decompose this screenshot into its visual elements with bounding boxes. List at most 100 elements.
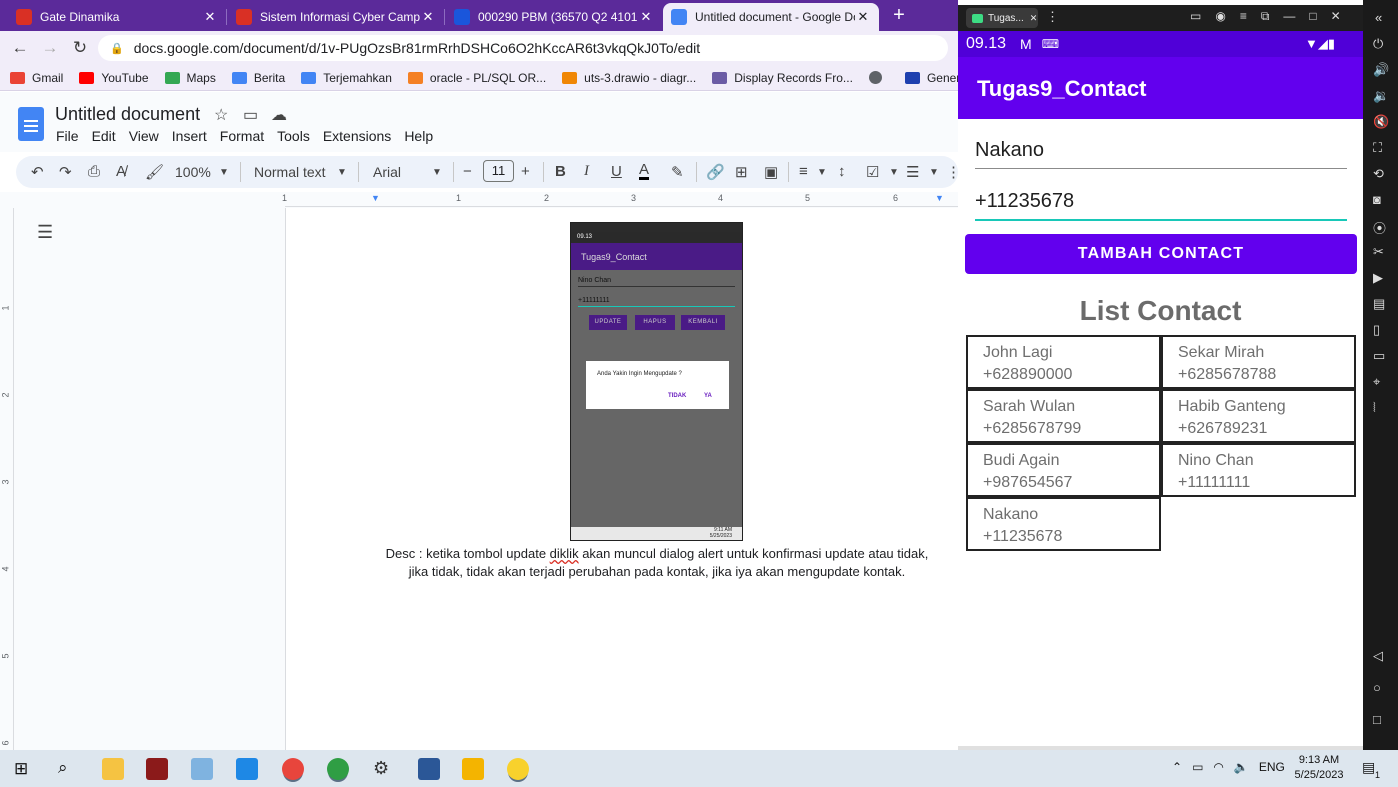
chevron-down-icon[interactable]: ▼ [889,167,899,178]
close-icon[interactable]: ✕ [638,9,654,25]
checklist-icon[interactable]: ☑ [866,163,879,181]
close-icon[interactable]: ✕ [420,9,436,25]
app-icon[interactable] [418,758,440,780]
right-indent-marker-icon[interactable]: ▼ [935,193,944,203]
contact-card[interactable]: Habib Ganteng +626789231 [1161,389,1356,443]
link-icon[interactable]: 🔗 [706,163,725,181]
screen-record-icon[interactable]: ⦿ [1373,218,1386,237]
vibrate-icon[interactable]: ⦚ [1373,400,1376,416]
bookmark-terjemahkan[interactable]: Terjemahkan [301,71,392,85]
misspelled-word[interactable]: diklik [550,546,579,561]
menu-tools[interactable]: Tools [277,128,310,144]
cloud-saved-icon[interactable]: ☁ [271,105,287,125]
forward-arrow-icon[interactable]: → [35,38,65,58]
rotate-icon[interactable]: ⟲ [1373,166,1384,182]
language-indicator[interactable]: ENG [1259,760,1285,774]
highlight-icon[interactable]: ✎ [671,163,684,181]
taskbar-clock[interactable]: 9:13 AM 5/25/2023 [1290,753,1348,783]
device-frame-icon[interactable]: ▭ [1190,9,1201,24]
menu-help[interactable]: Help [404,128,433,144]
tab-pbm[interactable]: 000290 PBM (36570 Q2 41010) 2 ✕ [446,3,662,31]
vscode-icon[interactable] [236,758,258,780]
bookmark-youtube[interactable]: YouTube [79,71,149,85]
chevron-down-icon[interactable]: ▼ [219,167,229,178]
bold-icon[interactable]: B [555,163,566,180]
chevron-down-icon[interactable]: ▼ [432,167,442,178]
maximize-icon[interactable]: □ [1309,9,1316,24]
font-size-input[interactable]: 11 [483,160,514,182]
close-icon[interactable]: ✕ [202,9,218,25]
tab-gate-dinamika[interactable]: Gate Dinamika ✕ [8,3,226,31]
settings-icon[interactable]: ▤ [1373,296,1385,312]
bookmark-berita[interactable]: Berita [231,71,285,85]
print-icon[interactable]: ⎙ [88,163,100,180]
contact-card[interactable]: John Lagi +628890000 [966,335,1161,389]
phone-input[interactable]: +11235678 [975,190,1347,221]
reload-icon[interactable]: ↻ [65,38,95,58]
document-outline-icon[interactable]: ☰ [37,222,53,243]
address-bar[interactable]: 🔒 docs.google.com/document/d/1v-PUgOzsBr… [98,35,948,61]
add-contact-button[interactable]: TAMBAH CONTACT [965,234,1357,274]
redo-icon[interactable]: ↷ [59,163,72,181]
screenshot-icon[interactable]: ⛶ [1373,140,1382,156]
collapse-icon[interactable]: « [1375,10,1382,25]
undo-icon[interactable]: ↶ [31,163,44,181]
overview-nav-icon[interactable]: □ [1373,712,1381,727]
detach-icon[interactable]: ⧉ [1261,9,1270,24]
contact-card[interactable]: Sarah Wulan +6285678799 [966,389,1161,443]
menu-edit[interactable]: Edit [92,128,116,144]
paragraph-style-select[interactable]: Normal text [254,164,326,180]
font-select[interactable]: Arial [373,164,401,180]
location-icon[interactable]: ⌖ [1373,374,1380,390]
align-icon[interactable]: ≡ [799,163,808,180]
embedded-screenshot[interactable]: 09.13 Tugas9_Contact Nino Chan +11111111… [570,222,743,541]
tab-google-docs[interactable]: Untitled document - Google Doc ✕ [663,3,879,31]
chevron-down-icon[interactable]: ▼ [337,167,347,178]
paint-format-icon[interactable]: 🖌 [145,163,164,181]
contact-card[interactable]: Budi Again +987654567 [966,443,1161,497]
name-input[interactable]: Nakano [975,139,1347,169]
contact-card[interactable]: Nakano +11235678 [966,497,1161,551]
app-icon[interactable] [146,758,168,780]
wifi-icon[interactable]: ◠ [1213,760,1223,774]
increase-font-icon[interactable]: + [521,163,530,180]
chevron-down-icon[interactable]: ▼ [817,167,827,178]
mute-icon[interactable]: 🔇 [1373,114,1389,130]
camera-icon[interactable]: ◙ [1373,192,1381,207]
menu-file[interactable]: File [56,128,79,144]
horizontal-ruler[interactable]: 1 ▼ 1 2 3 4 5 6 ▼ [282,193,958,207]
bookmark-globe[interactable] [868,71,889,84]
decrease-font-icon[interactable]: − [463,163,472,180]
contact-card[interactable]: Nino Chan +11111111 [1161,443,1356,497]
zoom-select[interactable]: 100% [175,164,211,180]
close-icon[interactable]: ✕ [855,9,871,25]
chevron-up-icon[interactable]: ⌃ [1172,760,1182,774]
emulator-tab[interactable]: Tugas... ✕ [966,8,1038,28]
notification-icon[interactable]: ▤ [1362,759,1375,776]
search-icon[interactable]: ⌕ [58,758,68,778]
bookmark-maps[interactable]: Maps [164,71,216,85]
bookmark-gmail[interactable]: Gmail [10,71,63,85]
windows-start-icon[interactable]: ⊞ [14,759,28,779]
chrome-profile-icon[interactable] [327,758,349,780]
power-icon[interactable]: ⏻ [1373,36,1383,52]
image-icon[interactable]: ▣ [764,163,778,181]
app-icon[interactable] [462,758,484,780]
chrome-icon[interactable] [282,758,304,780]
notepad-icon[interactable] [191,758,213,780]
text-color-icon[interactable]: A [639,162,650,180]
minimize-icon[interactable]: — [1283,9,1295,24]
bookmark-oracle[interactable]: oracle - PL/SQL OR... [407,71,546,85]
phone-icon[interactable]: ▯ [1373,322,1380,338]
menu-insert[interactable]: Insert [172,128,207,144]
close-icon[interactable]: ✕ [1030,13,1038,24]
underline-icon[interactable]: U [611,163,622,180]
back-nav-icon[interactable]: ◁ [1373,648,1383,664]
star-icon[interactable]: ☆ [214,105,228,125]
document-title[interactable]: Untitled document [55,104,200,125]
menu-format[interactable]: Format [220,128,264,144]
line-spacing-icon[interactable]: ↕ [838,163,846,180]
spellcheck-icon[interactable]: A̸ [116,163,126,180]
menu-view[interactable]: View [129,128,159,144]
bookmark-display-records[interactable]: Display Records Fro... [712,71,853,85]
